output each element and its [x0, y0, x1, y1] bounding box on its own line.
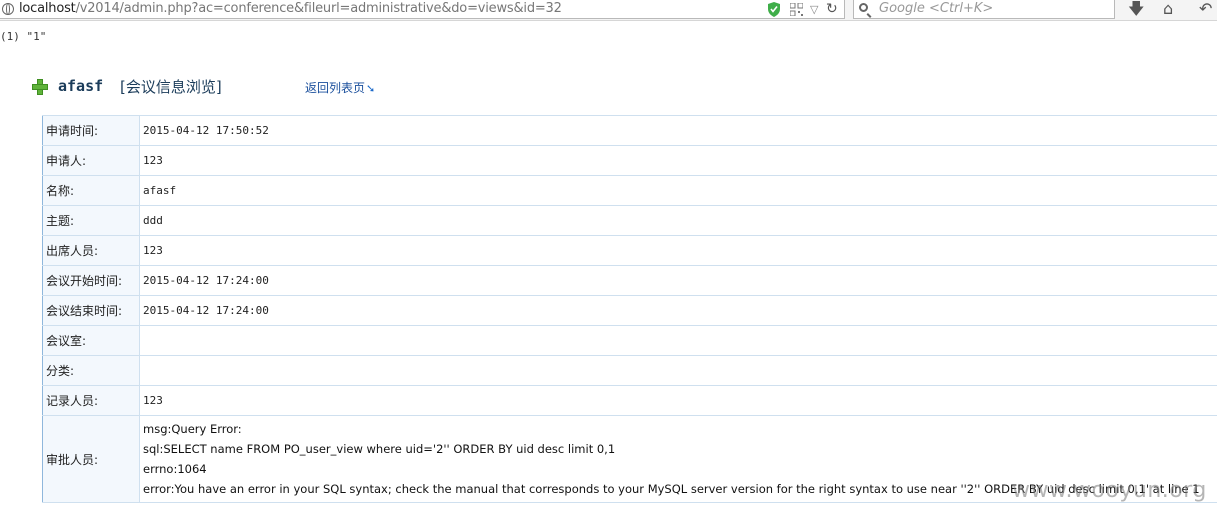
error-line: errno:1064	[143, 462, 207, 476]
page-subtitle: [会议信息浏览]	[120, 78, 222, 96]
back-to-list-link[interactable]: 返回列表页➘	[305, 79, 375, 96]
search-icon	[859, 3, 868, 12]
field-value	[139, 355, 1217, 386]
field-value: 123	[139, 385, 1217, 416]
table-row: 申请时间: 2015-04-12 17:50:52	[42, 115, 1217, 146]
table-row: 名称: afasf	[42, 175, 1217, 206]
field-value: 2015-04-12 17:24:00	[139, 265, 1217, 296]
field-value: afasf	[139, 175, 1217, 206]
field-value: 123	[139, 235, 1217, 266]
field-label: 审批人员:	[42, 415, 140, 503]
field-value: 123	[139, 145, 1217, 176]
url-text[interactable]: localhost/v2014/admin.php?ac=conference&…	[19, 1, 562, 16]
reload-icon[interactable]: ↻	[826, 1, 838, 17]
table-row: 主题: ddd	[42, 205, 1217, 236]
home-icon[interactable]: ⌂	[1163, 0, 1173, 18]
search-placeholder: Google <Ctrl+K>	[879, 1, 994, 16]
arrow-down-icon: ➘	[366, 82, 376, 95]
shield-icon[interactable]	[767, 2, 781, 17]
debug-output: (1) "1"	[0, 30, 47, 43]
error-line: msg:Query Error:	[143, 422, 242, 436]
browser-toolbar: localhost/v2014/admin.php?ac=conference&…	[0, 0, 1217, 21]
field-label: 主题:	[42, 205, 140, 236]
field-label: 名称:	[42, 175, 140, 206]
table-row: 分类:	[42, 355, 1217, 386]
url-bar[interactable]: localhost/v2014/admin.php?ac=conference&…	[0, 0, 845, 19]
download-icon[interactable]: 🡇	[1128, 0, 1144, 18]
field-value: ddd	[139, 205, 1217, 236]
watermark: www.wooyun.org	[1012, 478, 1207, 503]
error-line: sql:SELECT name FROM PO_user_view where …	[143, 442, 616, 456]
field-value	[139, 325, 1217, 356]
field-label: 申请时间:	[42, 115, 140, 146]
field-label: 申请人:	[42, 145, 140, 176]
table-row: 出席人员: 123	[42, 235, 1217, 266]
plus-icon	[32, 79, 48, 95]
back-icon[interactable]: ↶	[1199, 0, 1212, 18]
field-value: 2015-04-12 17:50:52	[139, 115, 1217, 146]
field-label: 记录人员:	[42, 385, 140, 416]
field-label: 出席人员:	[42, 235, 140, 266]
field-label: 会议室:	[42, 325, 140, 356]
table-row: 会议室:	[42, 325, 1217, 356]
conference-info-table: 申请时间: 2015-04-12 17:50:52 申请人: 123 名称: afasf 主…	[42, 115, 1217, 503]
globe-icon	[2, 3, 14, 15]
field-label: 会议开始时间:	[42, 265, 140, 296]
table-row: 会议开始时间: 2015-04-12 17:24:00	[42, 265, 1217, 296]
page-title: afasf	[58, 77, 104, 95]
qr-code-icon[interactable]	[790, 3, 803, 16]
search-bar[interactable]: Google <Ctrl+K>	[853, 0, 1115, 19]
table-row: 记录人员: 123	[42, 385, 1217, 416]
table-row: 会议结束时间: 2015-04-12 17:24:00	[42, 295, 1217, 326]
table-row: 申请人: 123	[42, 145, 1217, 176]
dropdown-arrow-icon[interactable]: ▽	[810, 3, 818, 16]
field-value: 2015-04-12 17:24:00	[139, 295, 1217, 326]
field-label: 会议结束时间:	[42, 295, 140, 326]
field-label: 分类:	[42, 355, 140, 386]
